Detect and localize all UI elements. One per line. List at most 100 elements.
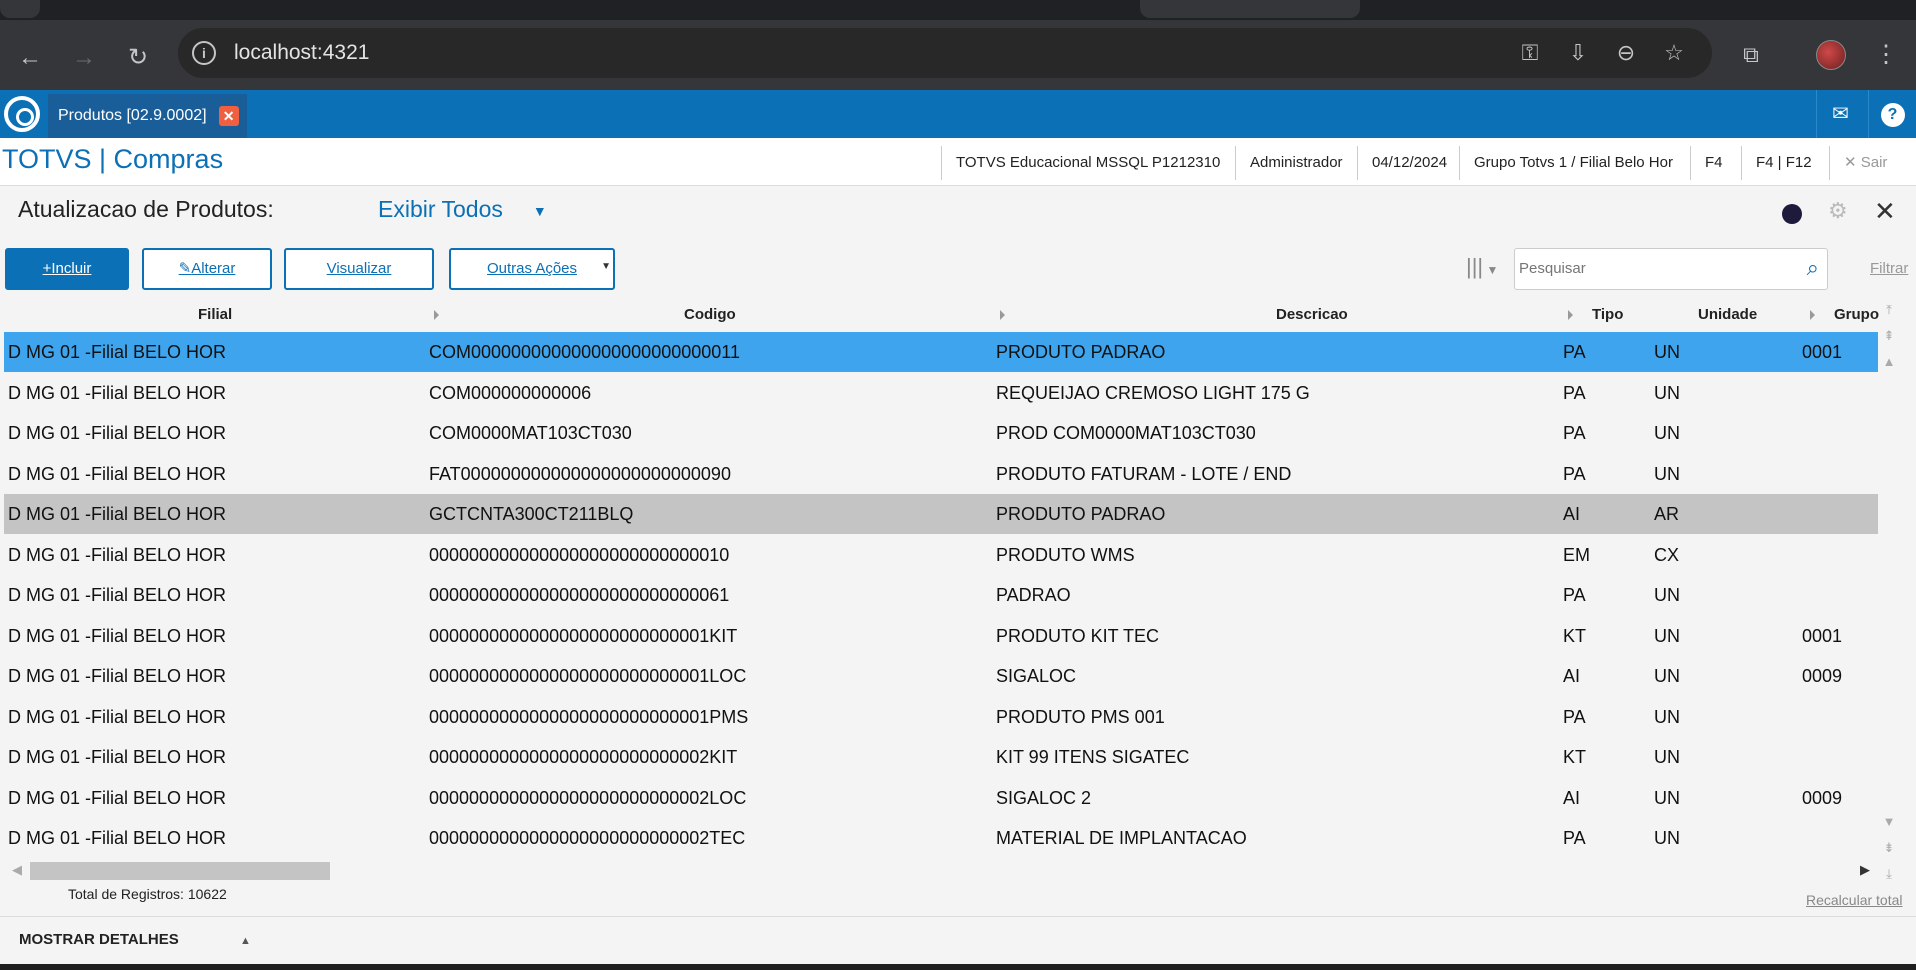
details-panel-toggle[interactable]: MOSTRAR DETALHES ▲ <box>0 916 1916 970</box>
profile-avatar[interactable] <box>1816 40 1846 70</box>
cell-tipo: AI <box>1563 787 1581 808</box>
cell-descricao: SIGALOC 2 <box>996 787 1092 808</box>
other-actions-button[interactable]: Outras Ações ▼ <box>449 248 615 290</box>
address-bar[interactable]: i localhost:4321 ⚿ ⇩ ⊖ ☆ <box>178 28 1712 78</box>
table-row[interactable]: D MG 01 -Filial BELO HOR 0000000000000000… <box>4 656 1878 696</box>
cell-descricao: SIGALOC <box>996 666 1077 686</box>
forward-icon[interactable]: → <box>66 40 102 76</box>
url-text[interactable]: localhost:4321 <box>234 41 369 65</box>
browser-tab[interactable] <box>1140 0 1360 18</box>
cell-codigo: COM0000MAT103CT030 <box>429 423 632 443</box>
user-info[interactable]: Administrador <box>1235 146 1357 180</box>
cell-filial: D MG 01 -Filial BELO HOR <box>8 706 227 727</box>
theme-icon[interactable] <box>1782 204 1802 224</box>
table-row[interactable]: D MG 01 -Filial BELO HOR COM0000MAT103CT0… <box>4 413 1878 453</box>
include-button[interactable]: +Incluir <box>5 248 129 290</box>
table-row[interactable]: D MG 01 -Filial BELO HOR GCTCNTA300CT211B… <box>4 494 1878 534</box>
cell-tipo: PA <box>1563 342 1586 362</box>
bookmark-star-icon[interactable]: ☆ <box>1660 40 1688 66</box>
window-bottom-edge <box>0 964 1916 970</box>
extensions-icon[interactable]: ⧉ <box>1736 42 1766 68</box>
cell-codigo: 0000000000000000000000000001LOC <box>429 666 747 686</box>
column-resize-handle[interactable] <box>1810 310 1815 320</box>
f4-shortcut[interactable]: F4 <box>1690 146 1737 180</box>
table-row[interactable]: D MG 01 -Filial BELO HOR 0000000000000000… <box>4 737 1878 777</box>
search-field[interactable] <box>1519 249 1789 287</box>
f4-f12-shortcut[interactable]: F4 | F12 <box>1741 146 1826 180</box>
search-icon[interactable]: ⌕ <box>1807 255 1819 281</box>
columns-icon[interactable]: ||| ▼ <box>1466 254 1498 280</box>
scroll-up-icon[interactable]: ▲ <box>1880 354 1898 369</box>
tab-produtos[interactable]: Produtos [02.9.0002] ✕ <box>48 94 247 138</box>
zoom-icon[interactable]: ⊖ <box>1612 40 1640 66</box>
close-icon[interactable]: ✕ <box>1874 196 1896 227</box>
column-header-codigo[interactable]: Codigo <box>684 298 736 332</box>
table-row[interactable]: D MG 01 -Filial BELO HOR 0000000000000000… <box>4 818 1878 850</box>
view-filter-value: Exibir Todos <box>378 196 503 222</box>
column-header-tipo[interactable]: Tipo <box>1592 298 1623 332</box>
main-content: Atualizacao de Produtos: Exibir Todos ▼ ⚙… <box>0 186 1916 970</box>
scroll-down-icon[interactable]: ▼ <box>1880 814 1898 829</box>
cell-codigo: 000000000000000000000000000061 <box>429 585 730 605</box>
table-row[interactable]: D MG 01 -Filial BELO HOR 0000000000000000… <box>4 697 1878 737</box>
scroll-thumb[interactable] <box>30 862 330 880</box>
column-header-filial[interactable]: Filial <box>198 298 232 332</box>
table-row[interactable]: D MG 01 -Filial BELO HOR 0000000000000000… <box>4 575 1878 615</box>
browser-tab[interactable] <box>0 0 40 18</box>
search-input[interactable]: ⌕ <box>1514 248 1828 290</box>
cell-descricao: PADRAO <box>996 585 1071 605</box>
filter-link[interactable]: Filtrar <box>1870 260 1908 277</box>
vertical-scrollbar[interactable]: ⤒ ⇞ ▲ ▼ ⇟ ⤓ <box>1878 298 1900 890</box>
cell-codigo: FAT000000000000000000000000090 <box>429 463 731 484</box>
column-header-grupo[interactable]: Grupo <box>1834 298 1879 332</box>
table-row[interactable]: D MG 01 -Filial BELO HOR 0000000000000000… <box>4 616 1878 656</box>
mail-icon[interactable]: ✉ <box>1816 90 1864 138</box>
date-info[interactable]: 04/12/2024 <box>1357 146 1461 180</box>
other-actions-label: Outras Ações <box>486 260 578 277</box>
column-resize-handle[interactable] <box>1000 310 1005 320</box>
cell-tipo: KT <box>1563 747 1587 767</box>
horizontal-scrollbar[interactable]: ◀ ▶ <box>8 860 1870 882</box>
environment-info[interactable]: TOTVS Educacional MSSQL P1212310 <box>941 146 1234 180</box>
view-filter-select[interactable]: Exibir Todos ▼ <box>378 196 547 223</box>
branch-info[interactable]: Grupo Totvs 1 / Filial Belo Hor <box>1459 146 1687 180</box>
column-resize-handle[interactable] <box>434 310 439 320</box>
column-resize-handle[interactable] <box>1568 310 1573 320</box>
recalculate-total-link[interactable]: Recalcular total <box>1806 892 1903 908</box>
table-row[interactable]: D MG 01 -Filial BELO HOR COM0000000000000… <box>4 332 1878 372</box>
totvs-logo[interactable] <box>4 96 40 132</box>
reload-icon[interactable]: ↻ <box>120 40 156 76</box>
edit-button[interactable]: ✎Alterar <box>142 248 272 290</box>
cell-filial: D MG 01 -Filial BELO HOR <box>8 585 227 605</box>
cell-descricao: PRODUTO KIT TEC <box>996 625 1160 646</box>
install-app-icon[interactable]: ⇩ <box>1564 40 1592 66</box>
scroll-left-icon[interactable]: ◀ <box>12 862 22 878</box>
close-tab-icon[interactable]: ✕ <box>218 106 239 126</box>
browser-menu-icon[interactable]: ⋮ <box>1874 40 1898 69</box>
table-row[interactable]: D MG 01 -Filial BELO HOR COM000000000006 R… <box>4 373 1878 413</box>
scroll-right-icon[interactable]: ▶ <box>1860 862 1870 878</box>
cell-filial: D MG 01 -Filial BELO HOR <box>8 342 227 362</box>
column-header-descricao[interactable]: Descricao <box>1276 298 1348 332</box>
exit-button[interactable]: ✕ Sair <box>1829 146 1901 180</box>
cell-tipo: PA <box>1563 706 1586 727</box>
password-key-icon[interactable]: ⚿ <box>1516 40 1544 66</box>
gear-icon[interactable]: ⚙ <box>1828 198 1848 224</box>
cell-filial: D MG 01 -Filial BELO HOR <box>8 787 227 808</box>
scroll-page-up-icon[interactable]: ⇞ <box>1880 328 1898 344</box>
view-button[interactable]: Visualizar <box>284 248 434 290</box>
cell-unidade: UN <box>1654 747 1680 767</box>
table-row[interactable]: D MG 01 -Filial BELO HOR 0000000000000000… <box>4 778 1878 818</box>
cell-unidade: CX <box>1654 544 1680 565</box>
scroll-page-down-icon[interactable]: ⇟ <box>1880 840 1898 856</box>
header-info: TOTVS | Compras TOTVS Educacional MSSQL … <box>0 138 1916 186</box>
include-label: Incluir <box>51 260 92 277</box>
table-row[interactable]: D MG 01 -Filial BELO HOR FAT0000000000000… <box>4 454 1878 494</box>
back-icon[interactable]: ← <box>12 40 48 76</box>
scroll-last-icon[interactable]: ⤓ <box>1880 866 1898 882</box>
table-row[interactable]: D MG 01 -Filial BELO HOR 0000000000000000… <box>4 535 1878 575</box>
site-info-icon[interactable]: i <box>192 41 216 65</box>
column-header-unidade[interactable]: Unidade <box>1698 298 1757 332</box>
help-icon[interactable]: ? <box>1868 90 1916 138</box>
scroll-first-icon[interactable]: ⤒ <box>1880 302 1898 318</box>
